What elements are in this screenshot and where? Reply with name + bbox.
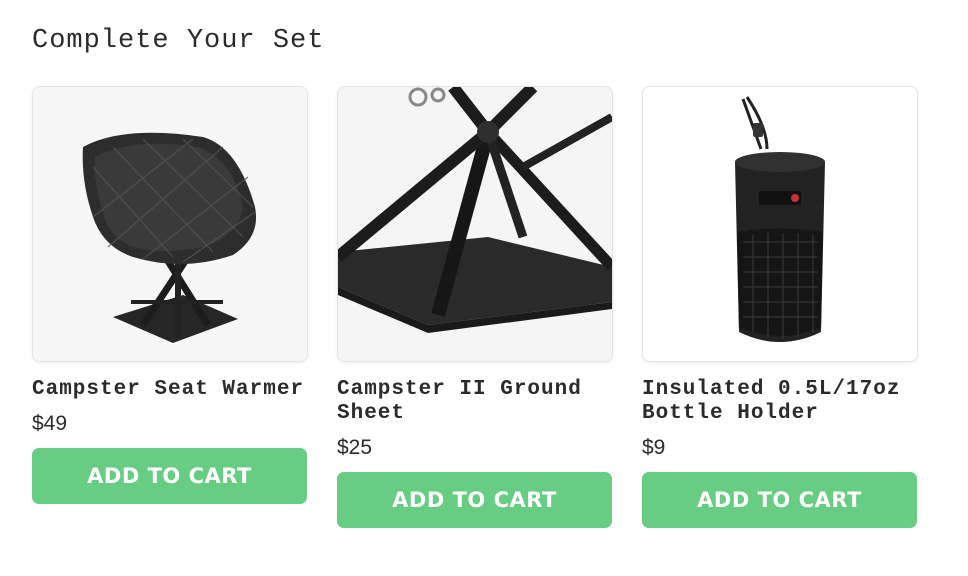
bottle-holder-icon bbox=[643, 87, 917, 361]
product-card: Insulated 0.5L/17oz Bottle Holder $9 ADD… bbox=[642, 86, 918, 528]
product-name[interactable]: Campster Seat Warmer bbox=[32, 378, 308, 402]
product-price: $49 bbox=[32, 412, 68, 435]
product-card: Campster II Ground Sheet $25 ADD TO CART bbox=[337, 86, 613, 528]
product-image-ground-sheet[interactable] bbox=[337, 86, 613, 362]
add-to-cart-button[interactable]: ADD TO CART bbox=[642, 472, 917, 528]
product-price: $9 bbox=[642, 436, 666, 459]
section-title: Complete Your Set bbox=[32, 26, 325, 56]
product-image-bottle-holder[interactable] bbox=[642, 86, 918, 362]
next-section-peek bbox=[32, 566, 912, 576]
product-name[interactable]: Insulated 0.5L/17oz Bottle Holder bbox=[642, 378, 918, 426]
add-to-cart-button[interactable]: ADD TO CART bbox=[32, 448, 307, 504]
product-grid: Campster Seat Warmer $49 ADD TO CART Cam… bbox=[32, 86, 918, 528]
product-name[interactable]: Campster II Ground Sheet bbox=[337, 378, 613, 426]
chair-ground-sheet-icon bbox=[338, 87, 612, 361]
add-to-cart-button[interactable]: ADD TO CART bbox=[337, 472, 612, 528]
quilted-chair-warmer-icon bbox=[33, 87, 307, 361]
product-image-seat-warmer[interactable] bbox=[32, 86, 308, 362]
product-card: Campster Seat Warmer $49 ADD TO CART bbox=[32, 86, 308, 528]
product-price: $25 bbox=[337, 436, 373, 459]
